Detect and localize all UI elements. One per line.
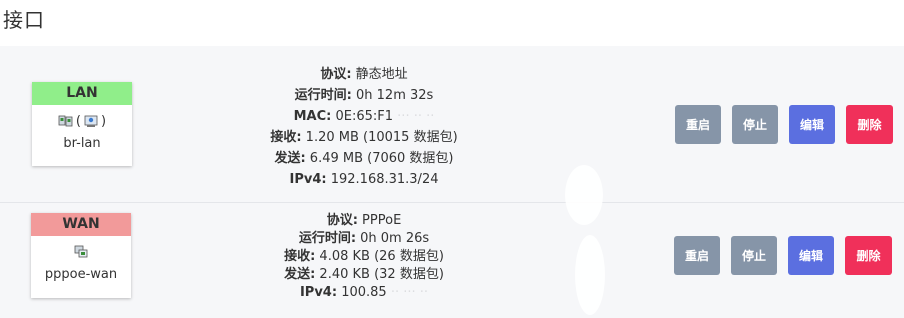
info-mac-redacted: ··· ·· ··: [393, 109, 435, 124]
delete-button-lan[interactable]: 删除: [846, 105, 893, 144]
stop-button-wan[interactable]: 停止: [731, 236, 777, 275]
interface-row-lan: LAN ( ) br-lan 协议: 静态地址 运行时间: 0h 12m 32s…: [0, 46, 904, 203]
interface-info-lan: 协议: 静态地址 运行时间: 0h 12m 32s MAC: 0E:65:F1 …: [240, 64, 488, 190]
info-tx: 发送: 6.49 MB (7060 数据包): [274, 151, 454, 166]
info-rx: 接收: 1.20 MB (10015 数据包): [270, 130, 458, 145]
info-ipv4: IPv4: 192.168.31.3/24: [289, 172, 439, 187]
interface-name-wan: WAN: [31, 213, 131, 236]
info-uptime: 运行时间: 0h 0m 26s: [298, 231, 430, 246]
interface-device-wan: pppoe-wan: [44, 267, 118, 282]
interface-row-wan: WAN pppoe-wan 协议: PPPoE 运行时间: 0h 0m 26s …: [0, 203, 904, 318]
info-uptime: 运行时间: 0h 12m 32s: [294, 88, 434, 103]
info-protocol: 协议: PPPoE: [326, 213, 402, 228]
edit-button-lan[interactable]: 编辑: [789, 105, 835, 144]
restart-button-lan[interactable]: 重启: [675, 105, 721, 144]
page-title: 接口: [3, 8, 45, 32]
interface-badge-lan: LAN ( ) br-lan: [32, 82, 132, 166]
info-protocol: 协议: 静态地址: [320, 67, 408, 82]
interface-icons-wan: [31, 240, 131, 264]
ethernet-port-icon: [58, 115, 73, 127]
edit-button-wan[interactable]: 编辑: [788, 236, 834, 275]
pppoe-tunnel-icon: [74, 245, 88, 258]
interface-actions-lan: 重启 停止 编辑 删除: [675, 105, 893, 144]
interface-info-wan: 协议: PPPoE 运行时间: 0h 0m 26s 接收: 4.08 KB (2…: [240, 212, 488, 302]
bridge-member-icon: [84, 115, 98, 127]
redaction-smudge: [575, 235, 605, 315]
interface-name-lan: LAN: [32, 82, 132, 105]
redaction-smudge: [565, 165, 603, 225]
restart-button-wan[interactable]: 重启: [674, 236, 720, 275]
info-rx: 接收: 4.08 KB (26 数据包): [284, 249, 444, 264]
info-ipv4: IPv4: 100.85 ·· ··· ··: [299, 285, 429, 300]
interface-badge-wan: WAN pppoe-wan: [31, 213, 131, 298]
interface-icons-lan: ( ): [32, 109, 132, 133]
stop-button-lan[interactable]: 停止: [732, 105, 778, 144]
delete-button-wan[interactable]: 删除: [845, 236, 892, 275]
interface-actions-wan: 重启 停止 编辑 删除: [674, 236, 892, 275]
info-ipv4-redacted: ·· ··· ··: [386, 285, 429, 300]
bridge-open-paren: (: [75, 113, 81, 129]
interface-device-lan: br-lan: [63, 136, 101, 151]
bridge-close-paren: ): [101, 113, 107, 129]
info-mac: MAC: 0E:65:F1 ··· ·· ··: [293, 109, 435, 124]
info-tx: 发送: 2.40 KB (32 数据包): [284, 267, 444, 282]
